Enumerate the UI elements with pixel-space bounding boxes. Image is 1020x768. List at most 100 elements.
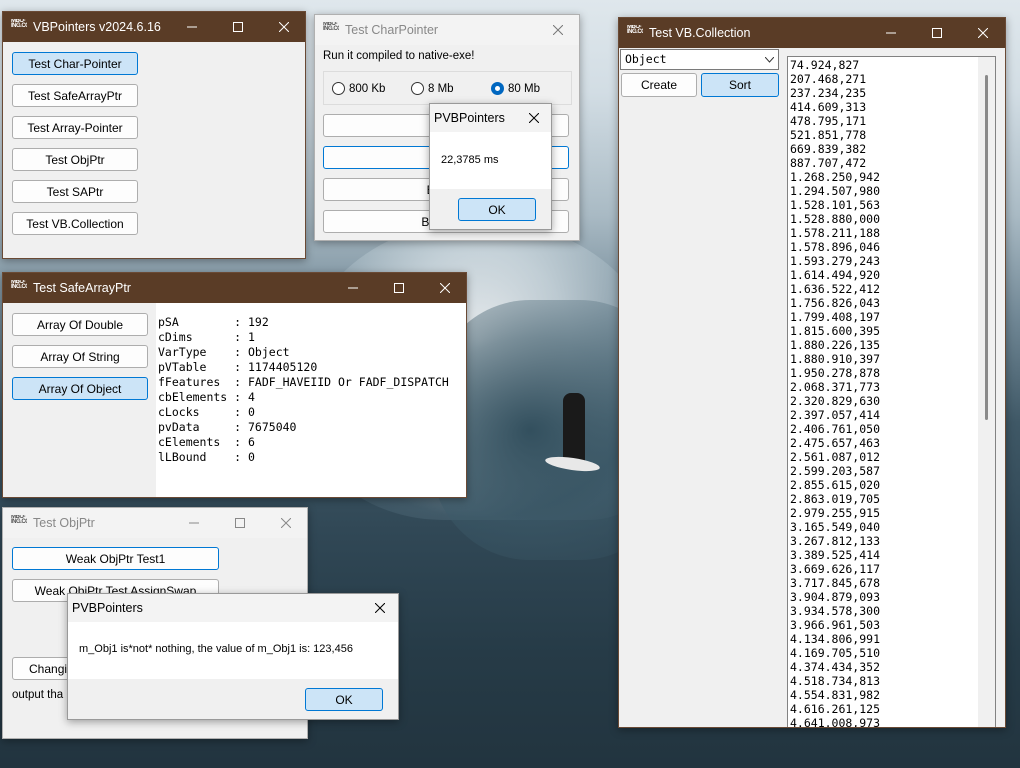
collection-titlebar[interactable]: MBO-ING.COM Test VB.Collection bbox=[619, 18, 1005, 48]
array-of-double-button[interactable]: Array Of Double bbox=[12, 313, 148, 336]
list-item[interactable]: 3.717.845,678 bbox=[790, 576, 880, 590]
maximize-button[interactable] bbox=[376, 273, 422, 303]
list-item[interactable]: 1.578.211,188 bbox=[790, 226, 880, 240]
list-item[interactable]: 3.669.626,117 bbox=[790, 562, 880, 576]
list-item[interactable]: 2.397.057,414 bbox=[790, 408, 880, 422]
maximize-button[interactable] bbox=[215, 12, 261, 42]
list-item[interactable]: 2.475.657,463 bbox=[790, 436, 880, 450]
values-listbox[interactable]: 74.924,827 207.468,271 237.234,235 414.609,… bbox=[787, 56, 996, 727]
test-vb-collection-button[interactable]: Test VB.Collection bbox=[12, 212, 138, 235]
list-item[interactable]: 1.815.600,395 bbox=[790, 324, 880, 338]
list-item[interactable]: 3.966.961,503 bbox=[790, 618, 880, 632]
maximize-button[interactable] bbox=[914, 18, 960, 48]
radio-800kb[interactable]: 800 Kb bbox=[332, 82, 385, 95]
minimize-button[interactable] bbox=[169, 12, 215, 42]
list-item[interactable]: 1.756.826,043 bbox=[790, 296, 880, 310]
list-item[interactable]: 3.934.578,300 bbox=[790, 604, 880, 618]
list-item[interactable]: 2.599.203,587 bbox=[790, 464, 880, 478]
combobox-value: Object bbox=[625, 52, 667, 66]
list-item[interactable]: 2.979.255,915 bbox=[790, 506, 880, 520]
list-item[interactable]: 2.863.019,705 bbox=[790, 492, 880, 506]
list-item[interactable]: 2.561.087,012 bbox=[790, 450, 880, 464]
msgbox-titlebar[interactable]: PVBPointers bbox=[430, 104, 551, 132]
list-item[interactable]: 1.636.522,412 bbox=[790, 282, 880, 296]
list-item[interactable]: 1.799.408,197 bbox=[790, 310, 880, 324]
list-item[interactable]: 478.795,171 bbox=[790, 114, 880, 128]
list-item[interactable]: 1.880.910,397 bbox=[790, 352, 880, 366]
minimize-button[interactable] bbox=[330, 273, 376, 303]
list-item[interactable]: 4.134.806,991 bbox=[790, 632, 880, 646]
charpointer-titlebar[interactable]: MBO-ING.COM Test CharPointer bbox=[315, 15, 579, 45]
close-button[interactable] bbox=[362, 594, 398, 622]
close-button[interactable] bbox=[261, 12, 305, 42]
list-item[interactable]: 237.234,235 bbox=[790, 86, 880, 100]
maximize-button[interactable] bbox=[217, 508, 263, 538]
ok-button[interactable]: OK bbox=[458, 198, 536, 221]
list-item[interactable]: 3.267.812,133 bbox=[790, 534, 880, 548]
type-combobox[interactable]: Object bbox=[620, 49, 779, 70]
scrollbar-thumb[interactable] bbox=[985, 75, 988, 420]
sort-button[interactable]: Sort bbox=[701, 73, 779, 97]
test-saptr-button[interactable]: Test SAPtr bbox=[12, 180, 138, 203]
list-item[interactable]: 669.839,382 bbox=[790, 142, 880, 156]
minimize-button[interactable] bbox=[171, 508, 217, 538]
list-item[interactable]: 4.616.261,125 bbox=[790, 702, 880, 716]
safearray-titlebar[interactable]: MBO-ING.COM Test SafeArrayPtr bbox=[3, 273, 466, 303]
list-item[interactable]: 2.855.615,020 bbox=[790, 478, 880, 492]
list-item[interactable]: 1.268.250,942 bbox=[790, 170, 880, 184]
create-button[interactable]: Create bbox=[621, 73, 697, 97]
test-safearrayptr-button[interactable]: Test SafeArrayPtr bbox=[12, 84, 138, 107]
list-item[interactable]: 4.518.734,813 bbox=[790, 674, 880, 688]
test-char-pointer-button[interactable]: Test Char-Pointer bbox=[12, 52, 138, 75]
msgbox-titlebar[interactable]: PVBPointers bbox=[68, 594, 398, 622]
list-item[interactable]: 887.707,472 bbox=[790, 156, 880, 170]
vertical-scrollbar[interactable] bbox=[978, 57, 995, 727]
list-item[interactable]: 2.320.829,630 bbox=[790, 394, 880, 408]
list-item[interactable]: 1.294.507,980 bbox=[790, 184, 880, 198]
list-item[interactable]: 4.374.434,352 bbox=[790, 660, 880, 674]
list-item[interactable]: 4.169.705,510 bbox=[790, 646, 880, 660]
size-radio-group: 800 Kb 8 Mb 80 Mb bbox=[323, 71, 572, 105]
output-textbox[interactable]: pSA : 192 cDims : 1 VarType : Object pVT… bbox=[156, 303, 466, 497]
list-item[interactable]: 1.880.226,135 bbox=[790, 338, 880, 352]
objptr-titlebar[interactable]: MBO-ING.COM Test ObjPtr bbox=[3, 508, 307, 538]
weak-objptr-test1-button[interactable]: Weak ObjPtr Test1 bbox=[12, 547, 219, 570]
close-button[interactable] bbox=[960, 18, 1005, 48]
list-item[interactable]: 74.924,827 bbox=[790, 58, 880, 72]
list-item[interactable]: 1.593.279,243 bbox=[790, 254, 880, 268]
list-item[interactable]: 1.950.278,878 bbox=[790, 366, 880, 380]
change-button[interactable]: Changi bbox=[12, 657, 72, 680]
timing-text: 22,3785 ms bbox=[441, 154, 499, 166]
ok-button[interactable]: OK bbox=[305, 688, 383, 711]
main-titlebar[interactable]: MBO-ING.COM VBPointers v2024.6.16 bbox=[3, 12, 305, 42]
close-button[interactable] bbox=[263, 508, 307, 538]
close-button[interactable] bbox=[422, 273, 466, 303]
test-objptr-button[interactable]: Test ObjPtr bbox=[12, 148, 138, 171]
app-icon: MBO-ING.COM bbox=[627, 25, 643, 35]
test-array-pointer-button[interactable]: Test Array-Pointer bbox=[12, 116, 138, 139]
list-item[interactable]: 4.641.008,973 bbox=[790, 716, 880, 727]
list-item[interactable]: 1.578.896,046 bbox=[790, 240, 880, 254]
list-item[interactable]: 521.851,778 bbox=[790, 128, 880, 142]
array-of-object-button[interactable]: Array Of Object bbox=[12, 377, 148, 400]
list-item[interactable]: 2.068.371,773 bbox=[790, 380, 880, 394]
list-item[interactable]: 3.904.879,093 bbox=[790, 590, 880, 604]
list-item[interactable]: 207.468,271 bbox=[790, 72, 880, 86]
list-item[interactable]: 1.528.101,563 bbox=[790, 198, 880, 212]
minimize-icon bbox=[189, 522, 199, 524]
list-item[interactable]: 414.609,313 bbox=[790, 100, 880, 114]
list-item[interactable]: 2.406.761,050 bbox=[790, 422, 880, 436]
list-item[interactable]: 1.614.494,920 bbox=[790, 268, 880, 282]
radio-8mb[interactable]: 8 Mb bbox=[411, 82, 454, 95]
list-item[interactable]: 1.528.880,000 bbox=[790, 212, 880, 226]
minimize-button[interactable] bbox=[868, 18, 914, 48]
close-button[interactable] bbox=[516, 104, 551, 132]
list-item[interactable]: 4.554.831,982 bbox=[790, 688, 880, 702]
values-list: 74.924,827 207.468,271 237.234,235 414.609,… bbox=[790, 58, 880, 727]
close-icon bbox=[375, 603, 385, 613]
radio-80mb[interactable]: 80 Mb bbox=[491, 82, 540, 95]
array-of-string-button[interactable]: Array Of String bbox=[12, 345, 148, 368]
list-item[interactable]: 3.165.549,040 bbox=[790, 520, 880, 534]
list-item[interactable]: 3.389.525,414 bbox=[790, 548, 880, 562]
close-button[interactable] bbox=[535, 15, 579, 45]
